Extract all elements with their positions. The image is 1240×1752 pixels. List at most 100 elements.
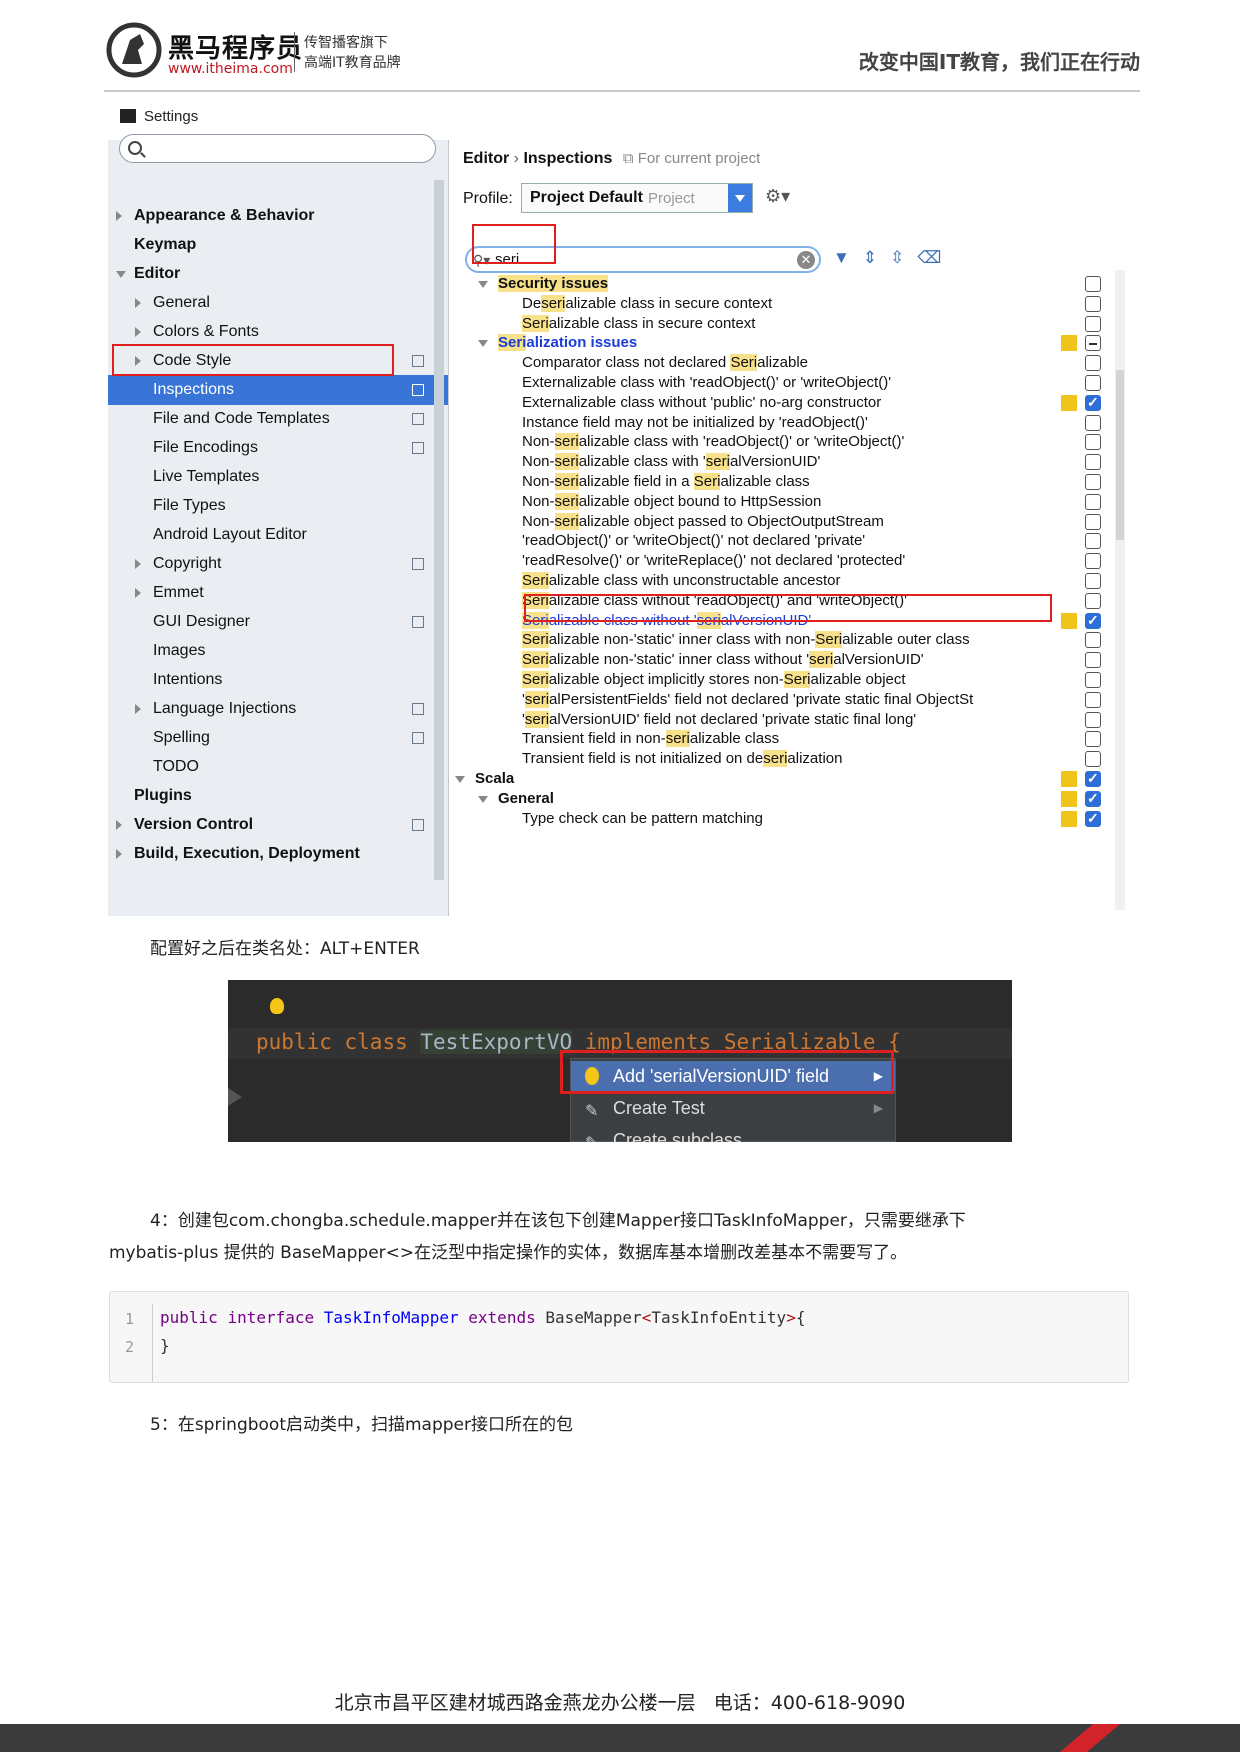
inspection-item[interactable]: Deserializable class in secure context — [522, 294, 772, 314]
inspection-item[interactable]: Serializable class with unconstructable … — [522, 571, 841, 591]
inspection-item[interactable]: 'readObject()' or 'writeObject()' not de… — [522, 531, 865, 551]
chevron-right-icon[interactable] — [135, 704, 141, 714]
inspection-checkbox[interactable] — [1085, 434, 1101, 451]
inspection-item[interactable]: Externalizable class with 'readObject()'… — [522, 373, 891, 393]
inspection-checkbox[interactable] — [1085, 751, 1101, 768]
sidebar-item-gui-designer[interactable]: GUI Designer — [108, 608, 448, 636]
sidebar-item-version-control[interactable]: Version Control — [108, 811, 448, 839]
sidebar-item-plugins[interactable]: Plugins — [108, 782, 448, 810]
inspection-checkbox[interactable] — [1085, 810, 1101, 827]
sidebar-item-android-layout-editor[interactable]: Android Layout Editor — [108, 521, 448, 549]
chevron-right-icon[interactable] — [135, 327, 141, 337]
inspection-item[interactable]: Non-serializable object bound to HttpSes… — [522, 492, 821, 512]
inspection-checkbox[interactable] — [1085, 454, 1101, 471]
inspection-checkbox[interactable] — [1085, 672, 1101, 688]
inspection-checkbox[interactable] — [1085, 295, 1101, 312]
inspection-checkbox[interactable] — [1085, 355, 1101, 372]
collapse-all-icon[interactable]: ⇳ — [890, 248, 917, 267]
chevron-right-icon[interactable] — [135, 559, 141, 569]
inspection-checkbox[interactable] — [1085, 711, 1101, 728]
inspection-checkbox[interactable] — [1085, 315, 1101, 332]
inspection-item[interactable]: Non-serializable class with 'readObject(… — [522, 432, 904, 452]
inspection-checkbox[interactable] — [1085, 652, 1101, 669]
sidebar-item-copyright[interactable]: Copyright — [108, 550, 448, 578]
sidebar-item-colors-fonts[interactable]: Colors & Fonts — [108, 318, 448, 346]
sidebar-item-spelling[interactable]: Spelling — [108, 724, 448, 752]
chevron-down-icon[interactable] — [116, 271, 126, 278]
inspection-checkbox[interactable] — [1085, 533, 1101, 550]
expand-all-icon[interactable]: ⇕ — [863, 248, 890, 267]
sidebar-item-inspections[interactable]: Inspections — [108, 376, 448, 404]
sidebar-item-language-injections[interactable]: Language Injections — [108, 695, 448, 723]
inspection-checkbox[interactable] — [1085, 770, 1101, 787]
inspection-checkbox[interactable] — [1085, 513, 1101, 530]
sidebar-item-emmet[interactable]: Emmet — [108, 579, 448, 607]
inspection-item[interactable]: Serializable non-'static' inner class wi… — [522, 650, 924, 670]
reset-icon[interactable]: ⌫ — [917, 248, 954, 267]
inspection-group[interactable]: Scala — [475, 769, 514, 789]
chevron-down-icon[interactable] — [478, 340, 488, 348]
inspection-checkbox[interactable] — [1085, 612, 1101, 629]
chevron-down-icon[interactable] — [728, 184, 752, 212]
chevron-right-icon[interactable] — [116, 211, 122, 221]
inspection-item[interactable]: Non-serializable field in a Serializable… — [522, 472, 810, 492]
lightbulb-icon[interactable] — [270, 998, 284, 1014]
inspection-item[interactable]: Type check can be pattern matching — [522, 809, 763, 829]
sidebar-item-images[interactable]: Images — [108, 637, 448, 665]
inspection-group[interactable]: Serialization issues — [498, 333, 637, 353]
inspection-group[interactable]: General — [498, 789, 554, 809]
clear-icon[interactable]: ✕ — [797, 251, 815, 269]
inspection-checkbox[interactable] — [1085, 335, 1101, 352]
sidebar-item-file-types[interactable]: File Types — [108, 492, 448, 520]
sidebar-item-general[interactable]: General — [108, 289, 448, 317]
sidebar-item-keymap[interactable]: Keymap — [108, 231, 448, 259]
inspection-item[interactable]: Transient field is not initialized on de… — [522, 749, 842, 769]
inspection-checkbox[interactable] — [1085, 276, 1101, 292]
inspection-checkbox[interactable] — [1085, 592, 1101, 609]
chevron-right-icon[interactable] — [116, 820, 122, 830]
chevron-down-icon[interactable] — [455, 776, 465, 783]
chevron-right-icon[interactable] — [135, 298, 141, 308]
sidebar-item-file-and-code-templates[interactable]: File and Code Templates — [108, 405, 448, 433]
inspection-item[interactable]: Instance field may not be initialized by… — [522, 413, 868, 433]
inspection-item[interactable]: Serializable class in secure context — [522, 314, 755, 334]
gear-icon[interactable]: ⚙▾ — [765, 186, 790, 207]
inspection-checkbox[interactable] — [1085, 553, 1101, 570]
profile-select[interactable]: Project Default Project — [521, 183, 753, 213]
inspection-item[interactable]: 'serialVersionUID' field not declared 'p… — [522, 710, 916, 730]
breadcrumb-editor[interactable]: Editor — [463, 150, 509, 167]
sidebar-item-intentions[interactable]: Intentions — [108, 666, 448, 694]
inspection-checkbox[interactable] — [1085, 731, 1101, 748]
inspection-item[interactable]: Transient field in non-serializable clas… — [522, 729, 779, 749]
menu-item-create-subclass[interactable]: ✎ Create subclass — [571, 1125, 895, 1142]
chevron-right-icon[interactable] — [116, 849, 122, 859]
inspection-checkbox[interactable] — [1085, 375, 1101, 391]
sidebar-item-todo[interactable]: TODO — [108, 753, 448, 781]
inspection-item[interactable]: Comparator class not declared Serializab… — [522, 353, 808, 373]
settings-search-input[interactable] — [119, 134, 436, 163]
inspection-item[interactable]: Non-serializable object passed to Object… — [522, 512, 884, 532]
chevron-down-icon[interactable] — [478, 795, 488, 803]
inspection-scrollbar[interactable] — [1115, 270, 1125, 910]
inspection-group[interactable]: Security issues — [498, 274, 609, 294]
chevron-right-icon[interactable] — [135, 588, 141, 598]
sidebar-item-editor[interactable]: Editor — [108, 260, 448, 288]
inspection-checkbox[interactable] — [1085, 474, 1101, 490]
inspection-checkbox[interactable] — [1085, 790, 1101, 807]
inspection-item[interactable]: Externalizable class without 'public' no… — [522, 393, 881, 413]
inspection-checkbox[interactable] — [1085, 394, 1101, 411]
inspection-checkbox[interactable] — [1085, 493, 1101, 510]
inspection-checkbox[interactable] — [1085, 691, 1101, 708]
inspection-item[interactable]: Non-serializable class with 'serialVersi… — [522, 452, 820, 472]
sidebar-item-appearance-behavior[interactable]: Appearance & Behavior — [108, 202, 448, 230]
inspection-checkbox[interactable] — [1085, 632, 1101, 649]
inspection-checkbox[interactable] — [1085, 414, 1101, 431]
inspection-item[interactable]: Serializable non-'static' inner class wi… — [522, 630, 970, 650]
sidebar-item-file-encodings[interactable]: File Encodings — [108, 434, 448, 462]
sidebar-item-build-execution-deployment[interactable]: Build, Execution, Deployment — [108, 840, 448, 868]
filter-icon[interactable]: ▼ — [833, 248, 863, 267]
inspection-item[interactable]: 'readResolve()' or 'writeReplace()' not … — [522, 551, 905, 571]
inspection-checkbox[interactable] — [1085, 573, 1101, 589]
sidebar-item-live-templates[interactable]: Live Templates — [108, 463, 448, 491]
inspection-item[interactable]: Serializable object implicitly stores no… — [522, 670, 906, 690]
